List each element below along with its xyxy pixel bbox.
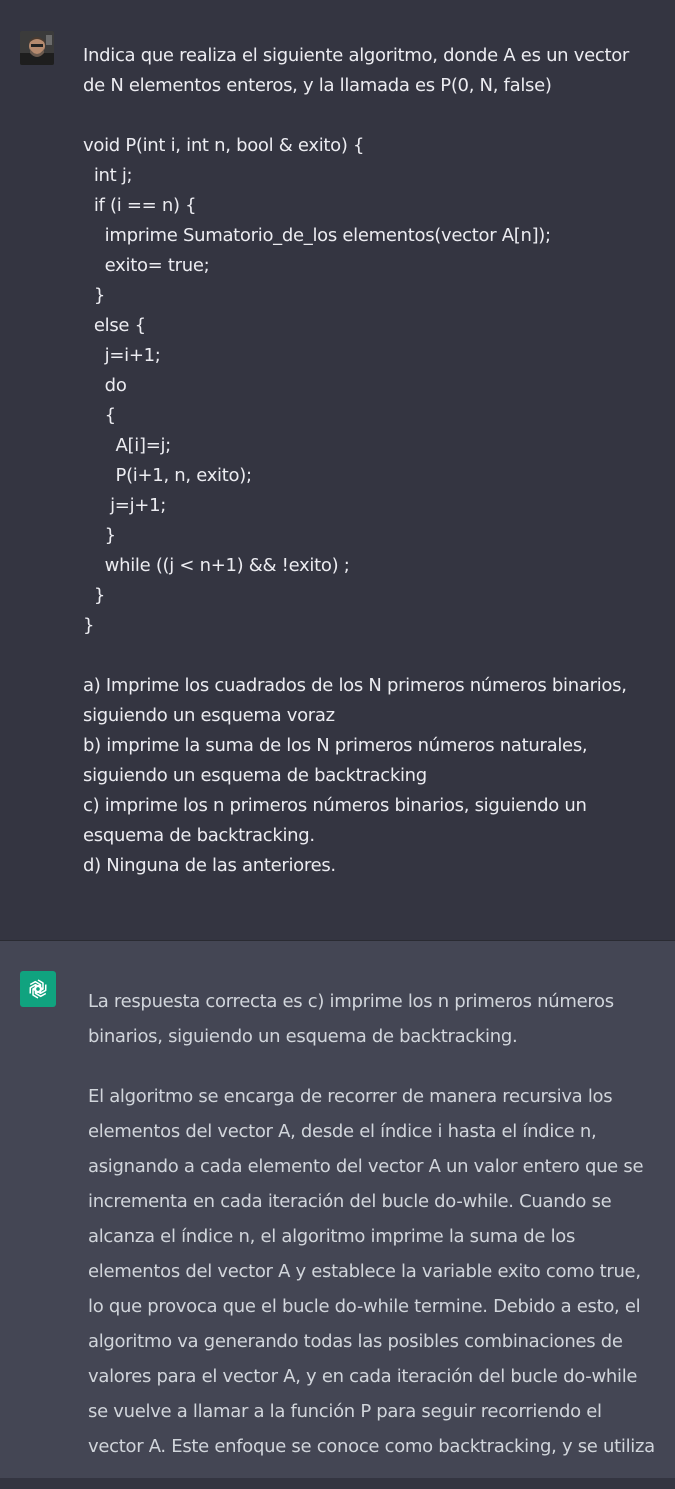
user-message-line: imprime Sumatorio_de_los elementos(vecto… [83, 225, 551, 246]
user-message-line: de N elementos enteros, y la llamada es … [83, 75, 552, 96]
user-message-text: Indica que realiza el siguiente algoritm… [83, 41, 653, 881]
user-message-line: } [83, 525, 116, 546]
user-message-line: P(i+1, n, exito); [83, 465, 253, 486]
user-message-line: b) imprime la suma de los N primeros núm… [83, 735, 588, 756]
user-message-line: exito= true; [83, 255, 210, 276]
user-message-line: siguiendo un esquema voraz [83, 705, 335, 726]
user-message-line [83, 641, 653, 671]
user-message-line: if (i == n) { [83, 195, 197, 216]
user-message-line: } [83, 615, 95, 636]
user-message-line: while ((j < n+1) && !exito) ; [83, 555, 350, 576]
user-message-line: j=i+1; [83, 345, 161, 366]
user-message-line: j=j+1; [83, 495, 166, 516]
user-avatar [20, 31, 54, 65]
user-message: Indica que realiza el siguiente algoritm… [0, 0, 675, 940]
user-message-line: Indica que realiza el siguiente algoritm… [83, 45, 630, 66]
user-message-line: siguiendo un esquema de backtracking [83, 765, 427, 786]
user-message-line: else { [83, 315, 146, 336]
user-message-line: } [83, 585, 105, 606]
assistant-paragraph: El algoritmo se encarga de recorrer de m… [88, 1086, 655, 1457]
user-message-line: void P(int i, int n, bool & exito) { [83, 135, 365, 156]
assistant-paragraph: La respuesta correcta es c) imprime los … [88, 991, 614, 1047]
user-message-line: { [83, 405, 116, 426]
user-message-line: d) Ninguna de las anteriores. [83, 855, 336, 876]
user-message-line [83, 101, 653, 131]
user-message-line: int j; [83, 165, 133, 186]
user-message-line: A[i]=j; [83, 435, 172, 456]
openai-logo-icon [20, 971, 56, 1007]
user-message-line: c) imprime los n primeros números binari… [83, 795, 587, 816]
user-message-line: } [83, 285, 105, 306]
user-message-line: esquema de backtracking. [83, 825, 315, 846]
user-message-line: a) Imprime los cuadrados de los N primer… [83, 675, 627, 696]
assistant-message-text: La respuesta correcta es c) imprime los … [88, 984, 660, 1489]
user-message-line: do [83, 375, 127, 396]
